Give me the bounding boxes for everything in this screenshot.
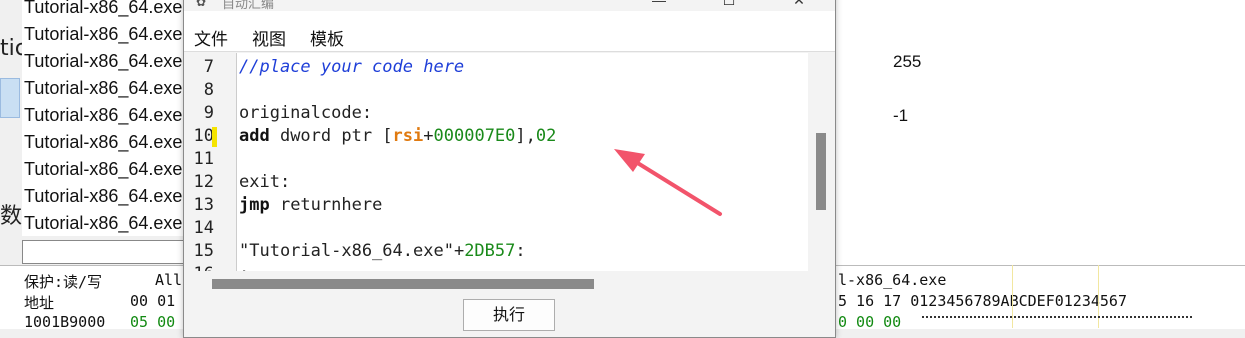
annotation-arrow-icon <box>614 149 722 216</box>
